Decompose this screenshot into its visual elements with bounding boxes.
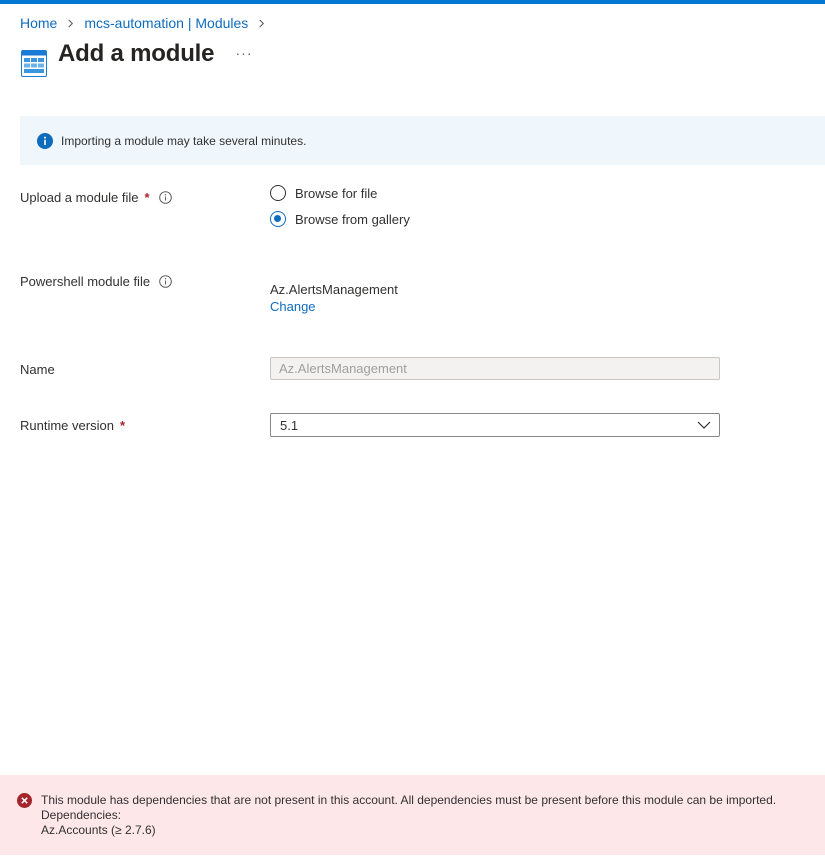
chevron-right-icon (257, 19, 266, 28)
page-title: Add a module (58, 40, 215, 67)
error-icon (17, 793, 32, 808)
name-label: Name (20, 362, 55, 377)
powershell-module-file-label: Powershell module file (20, 274, 172, 289)
dependency-item: Az.Accounts (≥ 2.7.6) (41, 823, 156, 837)
radio-browse-from-gallery[interactable]: Browse from gallery (270, 211, 410, 227)
change-link[interactable]: Change (270, 299, 316, 314)
name-field (270, 357, 720, 380)
powershell-module-file-label-text: Powershell module file (20, 274, 151, 289)
dependencies-label: Dependencies: (41, 808, 122, 822)
radio-button[interactable] (270, 211, 286, 227)
info-banner-text: Importing a module may take several minu… (61, 133, 307, 148)
radio-browse-for-file[interactable]: Browse for file (270, 185, 377, 201)
breadcrumb: Home mcs-automation | Modules (20, 14, 275, 32)
radio-label: Browse from gallery (295, 211, 410, 227)
info-banner: Importing a module may take several minu… (20, 116, 825, 165)
runtime-version-value: 5.1 (280, 417, 299, 433)
chevron-right-icon (66, 19, 75, 28)
error-message-text: This module has dependencies that are no… (41, 793, 777, 807)
radio-label: Browse for file (295, 185, 378, 201)
info-tooltip-icon[interactable] (159, 275, 172, 288)
top-accent-bar (0, 0, 825, 4)
radio-button[interactable] (270, 185, 286, 201)
error-message: This module has dependencies that are no… (41, 793, 776, 838)
runtime-version-label: Runtime version * (20, 418, 125, 433)
required-marker: * (119, 418, 125, 433)
runtime-version-dropdown[interactable]: 5.1 (270, 413, 720, 437)
upload-module-label: Upload a module file * (20, 190, 172, 205)
error-banner: This module has dependencies that are no… (0, 775, 825, 855)
breadcrumb-home-link[interactable]: Home (20, 15, 57, 31)
info-icon (37, 132, 53, 149)
breadcrumb-modules-link[interactable]: mcs-automation | Modules (84, 15, 248, 31)
more-options-button[interactable]: ··· (233, 42, 255, 64)
runtime-version-label-text: Runtime version (20, 418, 114, 433)
module-grid-icon (21, 50, 47, 78)
required-marker: * (144, 190, 150, 205)
selected-module-file: Az.AlertsManagement (270, 282, 398, 297)
info-tooltip-icon[interactable] (158, 191, 172, 204)
upload-module-label-text: Upload a module file (20, 190, 139, 205)
chevron-down-icon (697, 418, 711, 432)
